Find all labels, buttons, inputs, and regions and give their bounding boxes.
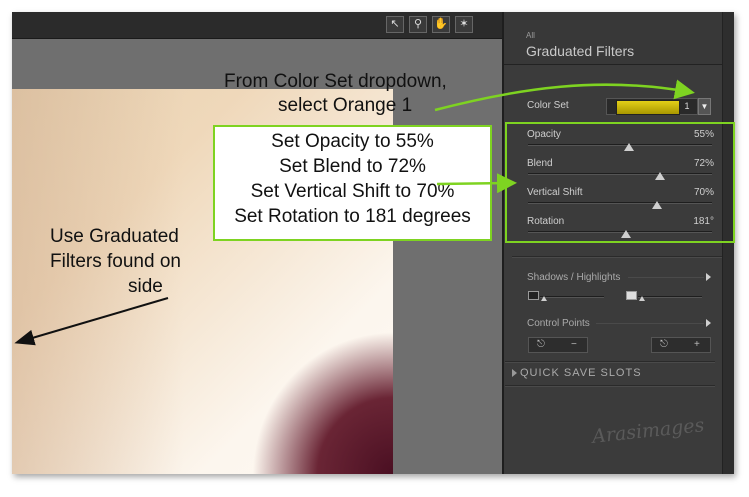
arrow-to-dropdown — [434, 79, 695, 112]
arrow-to-sliders — [436, 173, 517, 194]
arrow-to-side — [14, 297, 169, 346]
annotation-arrows — [14, 79, 695, 346]
